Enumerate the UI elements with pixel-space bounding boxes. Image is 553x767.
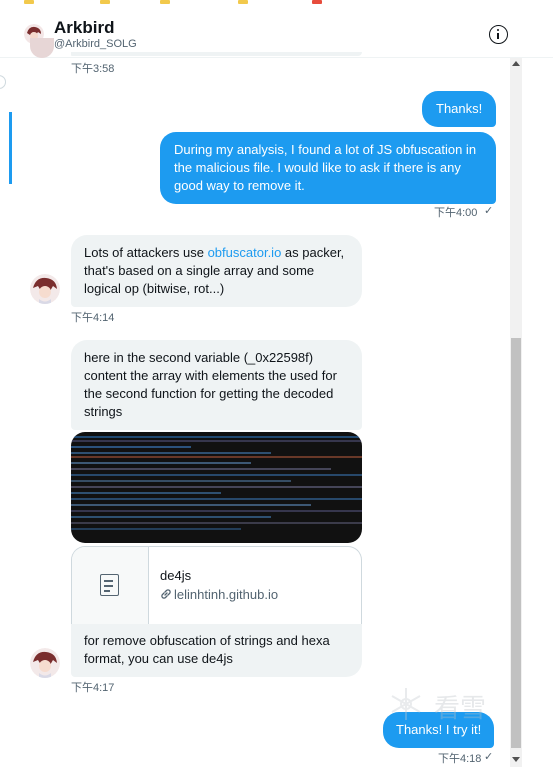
card-title: de4js: [160, 568, 192, 583]
scroll-down-arrow[interactable]: [512, 757, 520, 762]
message-time: 下午4:00: [434, 207, 478, 219]
message-thread: 下午3:58 Thanks! During my analysis, I fou…: [0, 38, 510, 767]
message-link[interactable]: obfuscator.io: [208, 245, 282, 260]
avatar[interactable]: [30, 648, 60, 678]
browser-top-strip: [0, 0, 553, 6]
watermark-text: 看雪: [434, 694, 487, 724]
card-thumbnail: [72, 547, 149, 624]
snowflake-icon: [391, 688, 421, 720]
message-text: Lots of attackers use: [84, 245, 208, 260]
message-time: 下午4:17: [71, 682, 115, 694]
link-preview-card[interactable]: de4js lelinhtinh.github.io: [71, 546, 362, 624]
scrollbar[interactable]: [510, 58, 522, 767]
header-handle: @Arkbird_SOLG: [54, 38, 137, 50]
message-bubble-outgoing: During my analysis, I found a lot of JS …: [160, 132, 496, 204]
code-screenshot-image[interactable]: [71, 432, 362, 543]
message-time: 下午4:14: [71, 312, 115, 324]
header-name[interactable]: Arkbird: [54, 18, 114, 38]
watermark: 看雪: [388, 684, 508, 724]
message-bubble-incoming: Lots of attackers use obfuscator.io as p…: [71, 235, 362, 307]
avatar[interactable]: [30, 274, 60, 304]
document-icon: [100, 574, 119, 596]
message-bubble-previous: [71, 52, 362, 56]
scroll-up-arrow[interactable]: [512, 61, 520, 66]
card-url-text: lelinhtinh.github.io: [174, 587, 279, 602]
check-icon: ✓: [484, 205, 494, 217]
message-bubble-incoming: here in the second variable (_0x22598f) …: [71, 340, 362, 430]
conversation-header: Arkbird @Arkbird_SOLG: [0, 8, 553, 58]
check-icon: ✓: [484, 751, 494, 763]
card-url: lelinhtinh.github.io: [160, 587, 278, 602]
scrollbar-thumb[interactable]: [511, 338, 521, 748]
message-bubble-incoming: for remove obfuscation of strings and he…: [71, 624, 362, 677]
message-time: 下午3:58: [71, 63, 115, 75]
message-time: 下午4:18: [438, 753, 482, 765]
message-bubble-outgoing: Thanks!: [422, 91, 497, 127]
link-icon: [161, 589, 171, 599]
info-icon[interactable]: [489, 25, 508, 44]
